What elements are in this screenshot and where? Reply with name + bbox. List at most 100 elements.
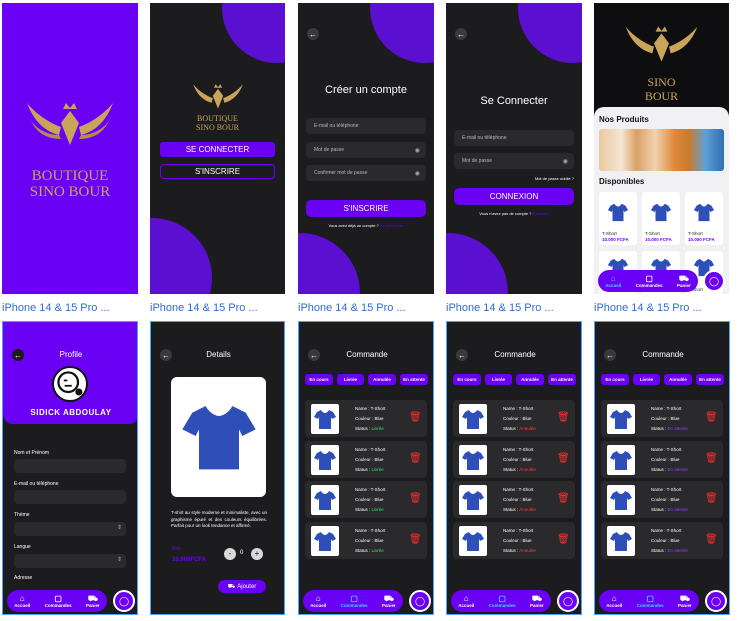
eye-icon[interactable]: ◉ bbox=[415, 170, 420, 177]
product-card[interactable]: T-Short 10.000 FCFA bbox=[685, 192, 723, 245]
product-card[interactable]: T-Short 10.000 FCFA bbox=[642, 192, 680, 245]
product-name: T-Short bbox=[645, 231, 660, 236]
nav-home-label: Accueil bbox=[605, 283, 622, 288]
trash-icon[interactable]: 🗑 bbox=[557, 493, 570, 505]
qty-minus-button[interactable]: - bbox=[224, 548, 236, 560]
order-card[interactable]: Name : T-Short Couleur : Blue Status : A… bbox=[453, 522, 575, 559]
nav-orders[interactable]: ▢ Commandes bbox=[636, 274, 663, 288]
nav-cart[interactable]: ⛟ Panier bbox=[678, 594, 692, 608]
add-to-cart-button[interactable]: ⛟ Ajouter bbox=[218, 580, 266, 593]
order-tab[interactable]: Livrée bbox=[337, 374, 364, 385]
nav-orders[interactable]: ▢ Commandes bbox=[341, 594, 368, 608]
password-field[interactable]: Mot de passe ◉ bbox=[454, 153, 574, 169]
fullname-field[interactable] bbox=[14, 459, 126, 473]
nav-orders[interactable]: ▢ Commandes bbox=[637, 594, 664, 608]
trash-icon[interactable]: 🗑 bbox=[409, 412, 422, 424]
nav-home[interactable]: ⌂ Accueil bbox=[310, 594, 326, 608]
order-card[interactable]: Name : T-Short Couleur : Blue Status : A… bbox=[453, 441, 575, 478]
profile-username: SIDICK ABDOULAY bbox=[30, 408, 112, 417]
profile-button[interactable]: ◯ bbox=[113, 590, 135, 612]
profile-button[interactable]: ◯ bbox=[703, 270, 725, 292]
qty-plus-button[interactable]: + bbox=[251, 548, 263, 560]
email-field[interactable] bbox=[14, 490, 126, 504]
eye-icon[interactable]: ◉ bbox=[563, 158, 568, 165]
order-tab[interactable]: En attente bbox=[696, 374, 724, 385]
field-label: Adresse bbox=[14, 575, 33, 581]
nav-orders[interactable]: ▢ Commandes bbox=[489, 594, 516, 608]
profile-button[interactable]: ◯ bbox=[557, 590, 579, 612]
order-card[interactable]: Name : T-Short Couleur : Blue Status : A… bbox=[453, 481, 575, 518]
profile-button[interactable]: ◯ bbox=[705, 590, 727, 612]
order-card[interactable]: Name : T-Short Couleur : Blue Status : L… bbox=[305, 400, 427, 437]
signup-link[interactable]: S'inscrire bbox=[532, 211, 548, 216]
back-button[interactable]: ← bbox=[455, 28, 467, 40]
order-card[interactable]: Name : T-Short Couleur : Blue Status : L… bbox=[305, 441, 427, 478]
trash-icon[interactable]: 🗑 bbox=[557, 534, 570, 546]
email-field[interactable]: E-mail ou téléphone bbox=[454, 130, 574, 146]
order-status: Status : Annulée bbox=[503, 505, 536, 515]
eye-icon[interactable]: ◉ bbox=[415, 147, 420, 154]
nav-cart[interactable]: ⛟ Panier bbox=[382, 594, 396, 608]
signup-submit-button[interactable]: S'INSCRIRE bbox=[306, 200, 426, 217]
profile-button[interactable]: ◯ bbox=[409, 590, 431, 612]
back-button[interactable]: ← bbox=[307, 28, 319, 40]
order-card[interactable]: Name : T-Short Couleur : Blue Status : L… bbox=[305, 522, 427, 559]
order-tab[interactable]: Livrée bbox=[633, 374, 660, 385]
order-tab[interactable]: En cours bbox=[601, 374, 629, 385]
email-field[interactable]: E-mail ou téléphone bbox=[306, 118, 426, 134]
trash-icon[interactable]: 🗑 bbox=[557, 412, 570, 424]
order-tab[interactable]: En attente bbox=[400, 374, 428, 385]
login-button[interactable]: SE CONNECTER bbox=[160, 142, 275, 157]
password-placeholder: Mot de passe bbox=[462, 158, 493, 164]
nav-orders[interactable]: ▢ Commandes bbox=[45, 594, 72, 608]
product-card[interactable]: T-Short 10.000 FCFA bbox=[599, 192, 637, 245]
order-card[interactable]: Name : T-Short Couleur : Blue Status : A… bbox=[453, 400, 575, 437]
trash-icon[interactable]: 🗑 bbox=[705, 412, 718, 424]
order-card[interactable]: Name : T-Short Couleur : Blue Status : E… bbox=[601, 400, 723, 437]
order-status: Status : En attente bbox=[651, 424, 688, 434]
nav-home[interactable]: ⌂ Accueil bbox=[14, 594, 30, 608]
products-banner[interactable] bbox=[599, 129, 724, 171]
order-card[interactable]: Name : T-Short Couleur : Blue Status : E… bbox=[601, 522, 723, 559]
signup-button[interactable]: S'INSCRIRE bbox=[160, 164, 275, 179]
order-card[interactable]: Name : T-Short Couleur : Blue Status : E… bbox=[601, 441, 723, 478]
forgot-password-link[interactable]: Mot de passe oublié ? bbox=[535, 176, 574, 181]
trash-icon[interactable]: 🗑 bbox=[705, 534, 718, 546]
trash-icon[interactable]: 🗑 bbox=[705, 453, 718, 465]
order-tab[interactable]: En attente bbox=[548, 374, 576, 385]
nav-home[interactable]: ⌂ Accueil bbox=[606, 594, 622, 608]
password-field[interactable]: Mot de passe ◉ bbox=[306, 142, 426, 158]
nav-cart[interactable]: ⛟ Panier bbox=[86, 594, 100, 608]
order-details: Name : T-Short Couleur : Blue Status : E… bbox=[651, 485, 688, 515]
theme-select[interactable]: ⇕ bbox=[14, 522, 126, 536]
decor-circle bbox=[298, 233, 360, 294]
order-card[interactable]: Name : T-Short Couleur : Blue Status : L… bbox=[305, 481, 427, 518]
trash-icon[interactable]: 🗑 bbox=[409, 534, 422, 546]
brand-logo bbox=[25, 101, 115, 149]
confirm-password-field[interactable]: Confirmer mot de passe ◉ bbox=[306, 165, 426, 181]
language-select[interactable]: ⇕ bbox=[14, 554, 126, 568]
order-tab[interactable]: Annulée bbox=[664, 374, 692, 385]
trash-icon[interactable]: 🗑 bbox=[409, 453, 422, 465]
confirm-placeholder: Confirmer mot de passe bbox=[314, 170, 368, 176]
nav-home-label: Accueil bbox=[458, 603, 475, 608]
trash-icon[interactable]: 🗑 bbox=[705, 493, 718, 505]
nav-cart[interactable]: ⛟ Panier bbox=[530, 594, 544, 608]
decor-circle bbox=[222, 3, 285, 63]
bag-icon: ▢ bbox=[646, 594, 654, 603]
order-card[interactable]: Name : T-Short Couleur : Blue Status : E… bbox=[601, 481, 723, 518]
order-tab[interactable]: Annulée bbox=[368, 374, 396, 385]
order-tab[interactable]: Annulée bbox=[516, 374, 544, 385]
login-submit-button[interactable]: CONNEXION bbox=[454, 188, 574, 205]
trash-icon[interactable]: 🗑 bbox=[557, 453, 570, 465]
order-tab[interactable]: En cours bbox=[453, 374, 481, 385]
trash-icon[interactable]: 🗑 bbox=[409, 493, 422, 505]
nav-home[interactable]: ⌂ Accueil bbox=[605, 274, 621, 288]
nav-home[interactable]: ⌂ Accueil bbox=[458, 594, 474, 608]
nav-cart[interactable]: ⛟ Panier bbox=[677, 274, 691, 288]
order-tab[interactable]: Livrée bbox=[485, 374, 512, 385]
login-link[interactable]: Se connecter bbox=[380, 223, 404, 228]
order-tab[interactable]: En cours bbox=[305, 374, 333, 385]
order-status: Status : Annulée bbox=[503, 465, 536, 475]
avatar[interactable] bbox=[52, 366, 88, 402]
